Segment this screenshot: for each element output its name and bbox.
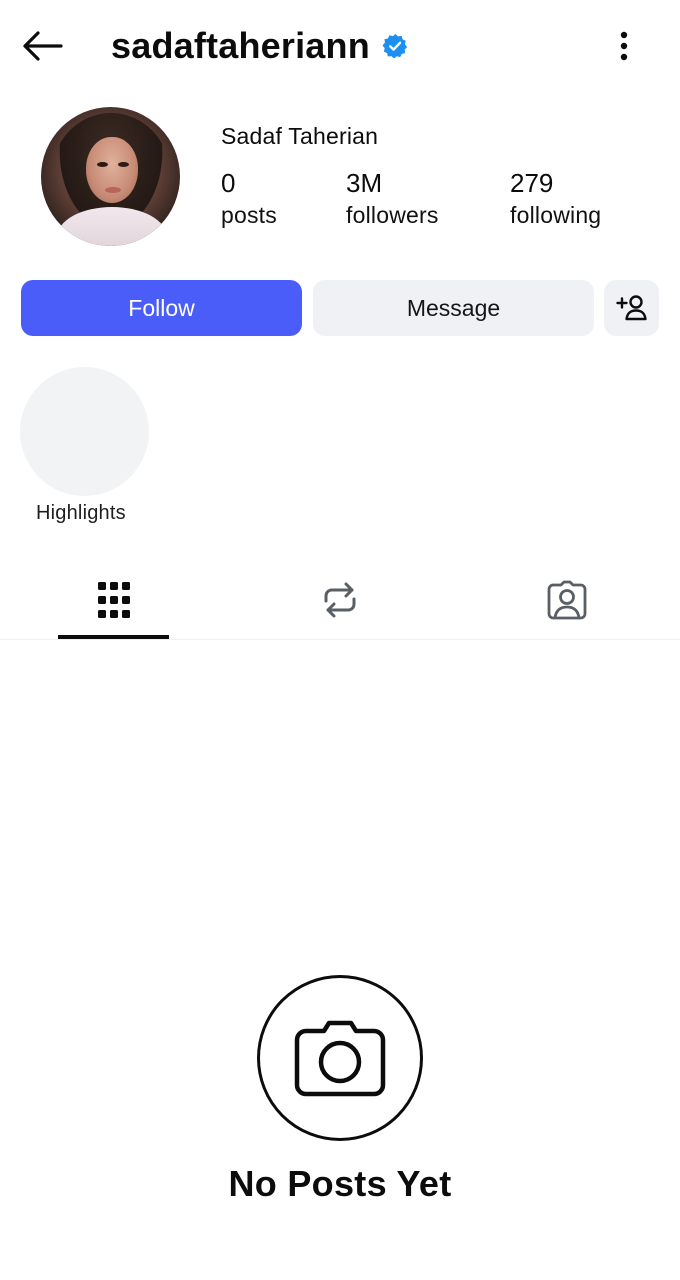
- arrow-left-icon: [23, 31, 63, 61]
- posts-label: posts: [221, 202, 277, 228]
- tab-posts[interactable]: [58, 560, 169, 640]
- back-button[interactable]: [18, 24, 66, 68]
- more-vertical-icon: [620, 31, 628, 61]
- followers-count: 3M: [346, 168, 383, 198]
- verified-badge-icon: [382, 33, 408, 59]
- full-name: Sadaf Taherian: [221, 123, 379, 149]
- active-tab-indicator: [58, 635, 169, 639]
- avatar[interactable]: [41, 107, 180, 246]
- followers-stat[interactable]: 3M followers: [346, 168, 439, 232]
- repost-icon: [324, 582, 355, 618]
- following-label: following: [510, 202, 602, 228]
- highlight-label: Highlights: [36, 502, 126, 524]
- username: sadaftaheriann: [111, 25, 370, 66]
- posts-stat: 0 posts: [221, 168, 277, 232]
- camera-icon: [294, 1020, 386, 1097]
- more-options-button[interactable]: [604, 24, 644, 68]
- top-bar: sadaftaheriann: [0, 0, 680, 92]
- username-row: sadaftaheriann: [111, 22, 408, 70]
- suggest-users-button[interactable]: [604, 280, 659, 336]
- following-stat[interactable]: 279 following: [510, 168, 601, 232]
- following-count: 279: [510, 168, 554, 198]
- highlight-circle[interactable]: [20, 367, 149, 496]
- follow-button[interactable]: Follow: [21, 280, 302, 336]
- grid-icon: [97, 582, 130, 618]
- tagged-icon: [547, 580, 586, 620]
- tab-reposts[interactable]: [284, 560, 395, 640]
- message-button[interactable]: Message: [313, 280, 594, 336]
- empty-state-title: No Posts Yet: [228, 1163, 452, 1204]
- followers-label: followers: [346, 202, 439, 228]
- profile-tabs: [0, 560, 680, 640]
- profile-page: sadaftaheriann Sadaf Taherian 0 posts 3M…: [0, 0, 680, 1280]
- add-user-icon: [615, 295, 647, 321]
- tab-tagged[interactable]: [511, 560, 622, 640]
- empty-state-circle: [257, 975, 423, 1141]
- posts-count: 0: [221, 168, 236, 198]
